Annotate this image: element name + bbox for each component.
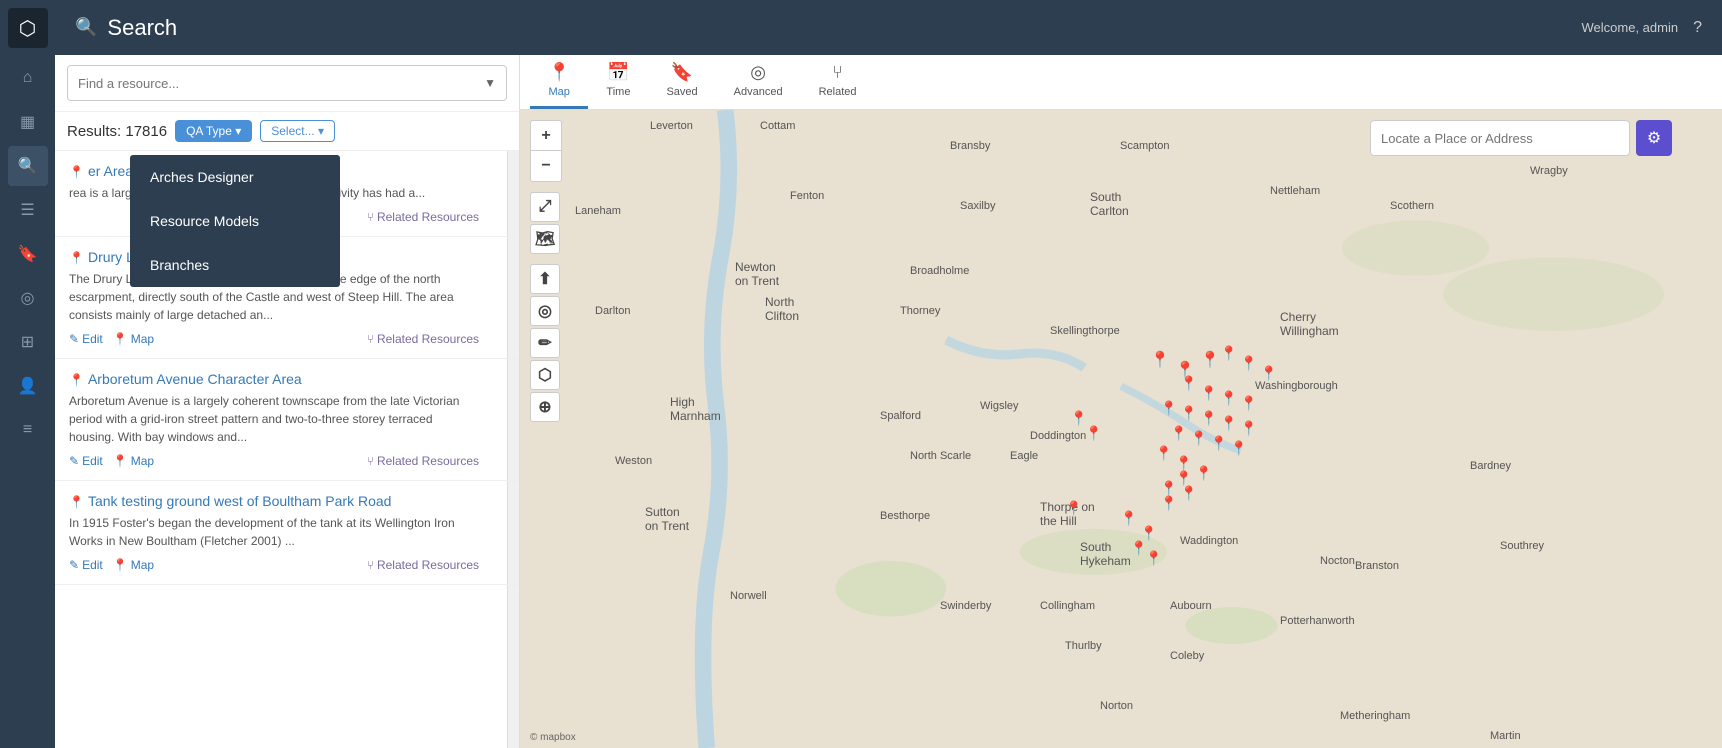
map-link[interactable]: 📍 Map xyxy=(113,558,154,572)
sidebar-grid[interactable]: ⊞ xyxy=(8,322,48,362)
sidebar-search[interactable]: 🔍 xyxy=(8,146,48,186)
map-tab-icon: 📍 xyxy=(548,62,570,83)
zoom-out-button[interactable]: − xyxy=(531,151,561,181)
help-icon[interactable]: ? xyxy=(1693,19,1702,37)
edit-link[interactable]: ✎ Edit xyxy=(69,332,103,346)
search-input-wrap[interactable]: ▼ xyxy=(67,65,507,101)
sidebar-dashboard[interactable]: ▦ xyxy=(8,102,48,142)
resource-title: 📍 Tank testing ground west of Boultham P… xyxy=(69,493,479,509)
related-resources-link[interactable]: ⑂ Related Resources xyxy=(367,454,479,468)
fork-icon: ⑂ xyxy=(367,454,374,468)
locate-input[interactable] xyxy=(1370,120,1630,156)
edit-icon: ✎ xyxy=(69,558,79,572)
sidebar-bookmark[interactable]: 🔖 xyxy=(8,234,48,274)
edit-link[interactable]: ✎ Edit xyxy=(69,454,103,468)
related-resources-link[interactable]: ⑂ Related Resources xyxy=(367,332,479,346)
tab-map[interactable]: 📍 Map xyxy=(530,54,588,109)
tab-saved[interactable]: 🔖 Saved xyxy=(648,54,715,109)
map-controls: + − ⤢ 🗺 ⬆ ◎ ✏ ⬡ ⊕ xyxy=(530,120,562,422)
main-content: ▼ Results: 17816 QA Type ▾ Select... ▾ 📍… xyxy=(55,55,1722,748)
map-pin-icon: 📍 xyxy=(113,558,128,572)
settings-icon: ⚙ xyxy=(1647,128,1661,148)
sidebar: ⬡ ⌂ ▦ 🔍 ☰ 🔖 ◎ ⊞ 👤 ≡ xyxy=(0,0,55,748)
tab-time[interactable]: 📅 Time xyxy=(588,54,648,109)
sidebar-list[interactable]: ☰ xyxy=(8,190,48,230)
qa-type-filter[interactable]: QA Type ▾ xyxy=(175,120,252,142)
logo-icon: ⬡ xyxy=(19,16,36,41)
results-count: Results: 17816 xyxy=(67,123,167,140)
pin-icon: 📍 xyxy=(69,251,84,265)
resource-description: In 1915 Foster's began the development o… xyxy=(69,514,479,550)
welcome-text: Welcome, admin xyxy=(1582,20,1679,35)
search-bar: ▼ xyxy=(55,55,519,112)
time-tab-icon: 📅 xyxy=(607,62,629,83)
map-container[interactable]: Leverton Cottam Bransby Scampton Laneham… xyxy=(520,110,1722,748)
related-resources-link[interactable]: ⑂ Related Resources xyxy=(367,210,479,224)
draw-button[interactable]: ✏ xyxy=(530,328,560,358)
results-header: Results: 17816 QA Type ▾ Select... ▾ xyxy=(55,112,519,151)
polygon-button[interactable]: ⬡ xyxy=(530,360,560,390)
dropdown-menu: Arches Designer Resource Models Branches xyxy=(130,155,340,287)
map-pin-icon: 📍 xyxy=(113,332,128,346)
resource-actions: ✎ Edit 📍 Map ⑂ Related Resources xyxy=(69,558,479,572)
zoom-controls: + − xyxy=(530,120,562,182)
select-filter[interactable]: Select... ▾ xyxy=(260,120,335,142)
locate-button[interactable]: ◎ xyxy=(530,296,560,326)
search-input[interactable] xyxy=(78,76,484,91)
locate-settings-button[interactable]: ⚙ xyxy=(1636,120,1672,156)
edit-link[interactable]: ✎ Edit xyxy=(69,558,103,572)
layers-button[interactable]: 🗺 xyxy=(530,224,560,254)
sidebar-user[interactable]: 👤 xyxy=(8,366,48,406)
map-link[interactable]: 📍 Map xyxy=(113,332,154,346)
fork-icon: ⑂ xyxy=(367,558,374,572)
map-toolbar: 📍 Map 📅 Time 🔖 Saved ◎ Advanced ⑂ Relate… xyxy=(520,55,1722,110)
map-background xyxy=(520,110,1722,748)
dropdown-item-arches-designer[interactable]: Arches Designer xyxy=(130,155,340,199)
locate-bar: ⚙ xyxy=(1370,120,1672,156)
edit-icon: ✎ xyxy=(69,454,79,468)
fullscreen-button[interactable]: ⤢ xyxy=(530,192,560,222)
resource-title: 📍 Arboretum Avenue Character Area xyxy=(69,371,479,387)
resource-actions: ✎ Edit 📍 Map ⑂ Related Resources xyxy=(69,332,479,346)
sidebar-home[interactable]: ⌂ xyxy=(8,58,48,98)
saved-tab-icon: 🔖 xyxy=(671,62,693,83)
resource-item: 📍 Arboretum Avenue Character Area Arbore… xyxy=(55,359,519,481)
page-title: Search xyxy=(107,15,177,41)
dropdown-item-branches[interactable]: Branches xyxy=(130,243,340,287)
header-search-icon: 🔍 xyxy=(75,17,97,38)
map-attribution: © mapbox xyxy=(530,732,576,743)
related-resources-link[interactable]: ⑂ Related Resources xyxy=(367,558,479,572)
edit-icon: ✎ xyxy=(69,332,79,346)
related-tab-icon: ⑂ xyxy=(832,62,843,83)
zoom-fit-button[interactable]: ⊕ xyxy=(530,392,560,422)
north-button[interactable]: ⬆ xyxy=(530,264,560,294)
pin-icon: 📍 xyxy=(69,373,84,387)
dropdown-item-resource-models[interactable]: Resource Models xyxy=(130,199,340,243)
tab-advanced[interactable]: ◎ Advanced xyxy=(716,54,801,109)
app-logo: ⬡ xyxy=(8,8,48,48)
map-link[interactable]: 📍 Map xyxy=(113,454,154,468)
zoom-in-button[interactable]: + xyxy=(531,121,561,151)
advanced-tab-icon: ◎ xyxy=(750,62,766,83)
map-pin-icon: 📍 xyxy=(113,454,128,468)
search-dropdown-arrow[interactable]: ▼ xyxy=(484,76,496,90)
pin-icon: 📍 xyxy=(69,165,84,179)
resource-item: 📍 Tank testing ground west of Boultham P… xyxy=(55,481,519,585)
app-header: 🔍 Search Welcome, admin ? xyxy=(55,0,1722,55)
resource-description: Arboretum Avenue is a largely coherent t… xyxy=(69,392,479,446)
sidebar-globe[interactable]: ◎ xyxy=(8,278,48,318)
pin-icon: 📍 xyxy=(69,495,84,509)
sidebar-lines[interactable]: ≡ xyxy=(8,410,48,450)
tab-related[interactable]: ⑂ Related xyxy=(801,54,875,109)
fork-icon: ⑂ xyxy=(367,332,374,346)
fork-icon: ⑂ xyxy=(367,210,374,224)
resource-actions: ✎ Edit 📍 Map ⑂ Related Resources xyxy=(69,454,479,468)
